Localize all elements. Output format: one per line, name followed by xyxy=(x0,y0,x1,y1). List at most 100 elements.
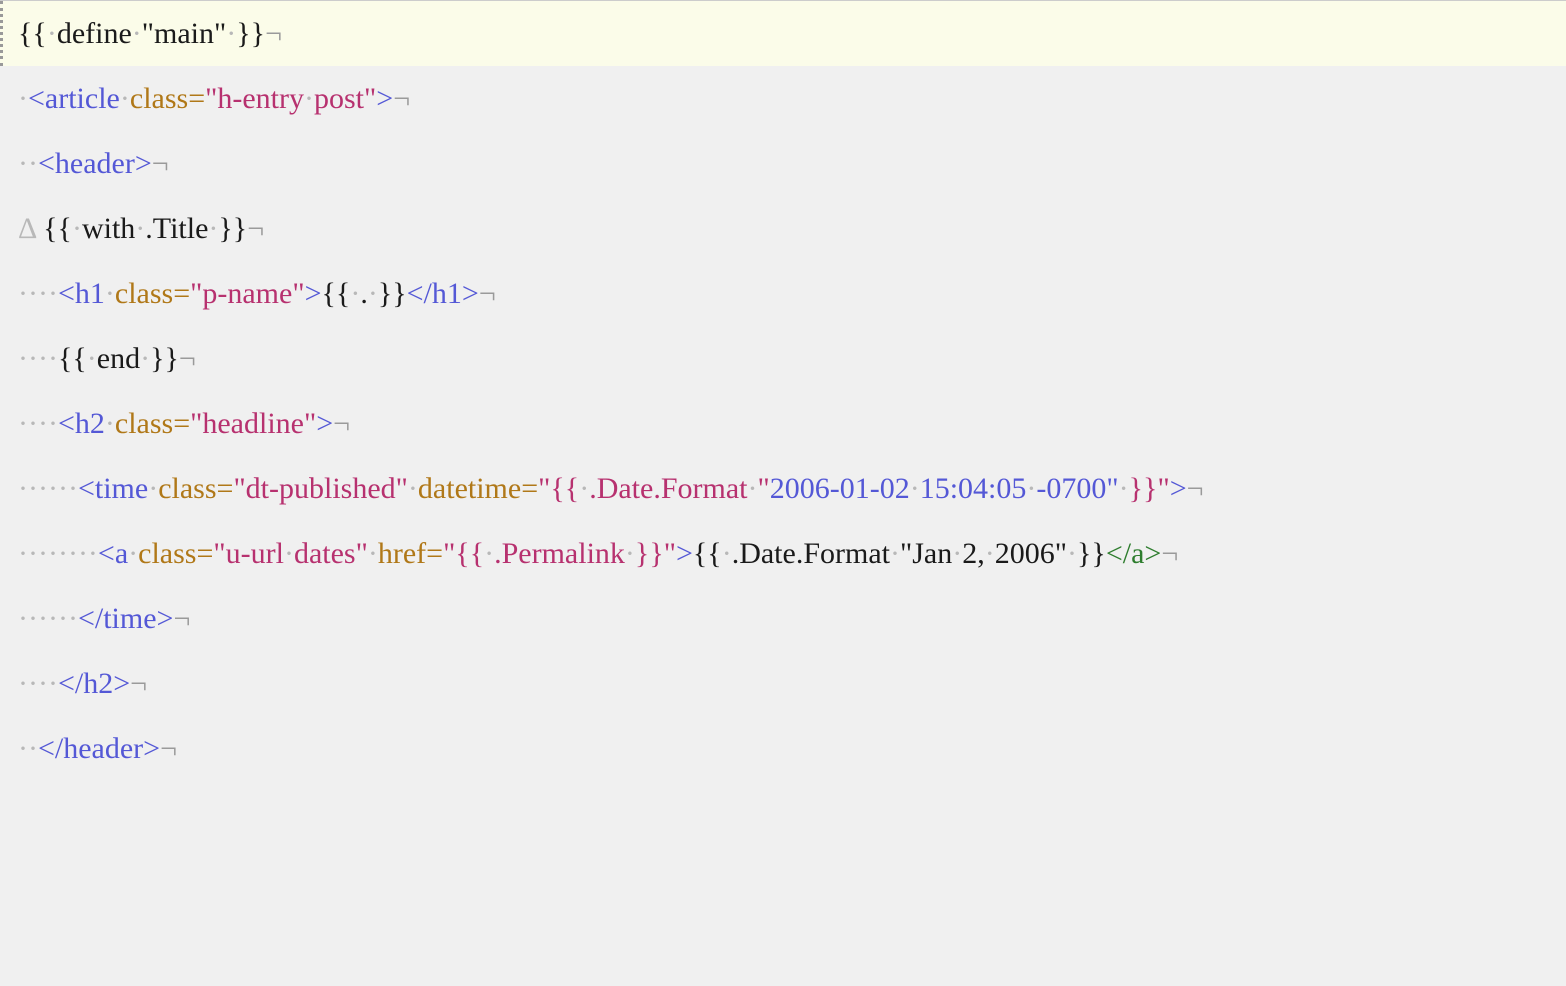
code-token-string: "{{ xyxy=(443,537,484,570)
code-token-attr: class= xyxy=(115,407,190,440)
code-token-endmark: ¬ xyxy=(1161,537,1178,570)
code-token-ws: · xyxy=(1026,472,1036,505)
code-token-ws: · xyxy=(350,277,360,310)
code-token-attr: datetime= xyxy=(418,472,538,505)
code-token-endmark: ¬ xyxy=(179,342,196,375)
code-token-text: define xyxy=(57,17,132,50)
code-token-tag: </time> xyxy=(78,602,174,635)
code-token-ws: ···· xyxy=(18,342,58,375)
code-line[interactable]: ··<header>¬ xyxy=(0,131,1566,196)
code-token-attr: class= xyxy=(138,537,213,570)
code-token-ws: · xyxy=(135,212,145,245)
code-token-ws: · xyxy=(140,342,150,375)
code-token-string: post" xyxy=(314,82,376,115)
code-token-ws: · xyxy=(284,537,294,570)
code-token-ws: · xyxy=(747,472,757,505)
code-token-string: dates" xyxy=(294,537,368,570)
code-token-ws: · xyxy=(722,537,732,570)
code-token-text: 2, xyxy=(962,537,985,570)
code-token-text: "main" xyxy=(142,17,226,50)
code-token-text: }} xyxy=(150,342,179,375)
code-token-tag: </header> xyxy=(38,732,160,765)
code-token-tag: <a xyxy=(98,537,128,570)
code-line[interactable]: ······<time·class="dt-published"·datetim… xyxy=(0,456,1566,521)
code-token-string: "dt-published" xyxy=(233,472,407,505)
code-line[interactable]: ····<h1·class="p-name">{{·.·}}</h1>¬ xyxy=(0,261,1566,326)
code-token-endmark: ¬ xyxy=(160,732,177,765)
code-token-endmark: ¬ xyxy=(130,667,147,700)
code-line[interactable]: Δ {{·with·.Title·}}¬ xyxy=(0,196,1566,261)
code-editor[interactable]: {{·define·"main"·}}¬·<article·class="h-e… xyxy=(0,0,1566,781)
code-token-text: .Title xyxy=(145,212,208,245)
code-token-endmark: ¬ xyxy=(152,147,169,180)
code-token-tag: <time xyxy=(78,472,148,505)
code-line[interactable]: ····</h2>¬ xyxy=(0,651,1566,716)
code-token-text: }} xyxy=(236,17,265,50)
code-token-tag: > xyxy=(676,537,693,570)
code-token-ws: · xyxy=(579,472,589,505)
code-line[interactable]: {{·define·"main"·}}¬ xyxy=(0,1,1566,66)
code-token-ws: · xyxy=(132,17,142,50)
code-token-tag: <h1 xyxy=(58,277,105,310)
code-token-text: .Date.Format xyxy=(732,537,890,570)
code-token-text: }} xyxy=(378,277,407,310)
code-token-ws: · xyxy=(1067,537,1077,570)
code-line[interactable]: ····{{·end·}}¬ xyxy=(0,326,1566,391)
code-token-string: .Date.Format xyxy=(589,472,747,505)
code-token-ws: · xyxy=(625,537,635,570)
code-token-tag: > xyxy=(305,277,322,310)
code-token-endmark: ¬ xyxy=(173,602,190,635)
code-token-closetag: </a> xyxy=(1106,537,1162,570)
code-token-endmark: ¬ xyxy=(1187,472,1204,505)
code-token-ws: · xyxy=(47,17,57,50)
code-line[interactable]: ··</header>¬ xyxy=(0,716,1566,781)
code-token-string: }}" xyxy=(1129,472,1170,505)
code-token-tag: <h2 xyxy=(58,407,105,440)
code-token-tag: <article xyxy=(28,82,120,115)
code-token-text: }} xyxy=(218,212,247,245)
code-token-ws: ········ xyxy=(18,537,98,570)
code-token-string: " xyxy=(757,472,769,505)
code-token-ws: ·· xyxy=(18,732,38,765)
code-token-ws: · xyxy=(128,537,138,570)
code-token-tag: </h2> xyxy=(58,667,130,700)
code-token-ws: · xyxy=(226,17,236,50)
code-token-endmark: ¬ xyxy=(247,212,264,245)
code-line[interactable]: ····<h2·class="headline">¬ xyxy=(0,391,1566,456)
code-token-ws: ·· xyxy=(18,147,38,180)
code-token-ws: · xyxy=(208,212,218,245)
code-token-ws: · xyxy=(105,277,115,310)
code-token-text: . xyxy=(360,277,368,310)
code-token-tag: <header> xyxy=(38,147,152,180)
code-token-string: "headline" xyxy=(190,407,316,440)
code-token-tag: </h1> xyxy=(407,277,479,310)
code-token-ws: · xyxy=(484,537,494,570)
code-line[interactable]: ·<article·class="h-entry·post">¬ xyxy=(0,66,1566,131)
code-token-ws: · xyxy=(72,212,82,245)
code-token-tag: > xyxy=(316,407,333,440)
code-token-string: "h-entry xyxy=(205,82,304,115)
code-token-tag: 2006-01-02 xyxy=(770,472,910,505)
code-token-tag: -0700" xyxy=(1036,472,1118,505)
code-token-attr: class= xyxy=(115,277,190,310)
code-token-ws: · xyxy=(890,537,900,570)
code-token-endmark: ¬ xyxy=(393,82,410,115)
code-token-text: 2006" xyxy=(995,537,1067,570)
code-line[interactable]: ········<a·class="u-url·dates"·href="{{·… xyxy=(0,521,1566,586)
code-token-ws: · xyxy=(952,537,962,570)
code-token-ws: · xyxy=(304,82,314,115)
code-token-ws: · xyxy=(148,472,158,505)
code-token-ws: Δ xyxy=(18,212,43,245)
code-token-text: {{ xyxy=(322,277,351,310)
code-token-string: }}" xyxy=(635,537,676,570)
code-token-endmark: ¬ xyxy=(479,277,496,310)
code-token-string: .Permalink xyxy=(494,537,625,570)
code-token-tag: 15:04:05 xyxy=(920,472,1027,505)
code-token-text: }} xyxy=(1077,537,1106,570)
code-token-text: {{ xyxy=(58,342,87,375)
code-token-ws: · xyxy=(985,537,995,570)
code-token-ws: · xyxy=(368,277,378,310)
code-token-ws: · xyxy=(1119,472,1129,505)
code-token-endmark: ¬ xyxy=(333,407,350,440)
code-line[interactable]: ······</time>¬ xyxy=(0,586,1566,651)
